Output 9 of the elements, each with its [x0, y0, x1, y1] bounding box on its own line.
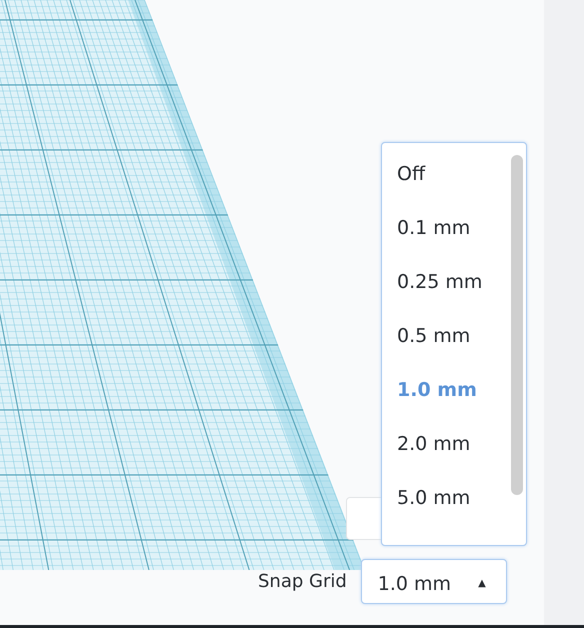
snap-grid-label: Snap Grid	[258, 571, 347, 592]
dropdown-option[interactable]: 0.5 mm	[382, 325, 470, 349]
scrollbar-thumb[interactable]	[511, 155, 523, 495]
dropdown-option[interactable]: 0.1 mm	[382, 217, 470, 241]
snap-grid-select[interactable]: 1.0 mm ▲	[360, 559, 507, 604]
dropdown-option[interactable]: Off	[382, 163, 426, 187]
dropdown-option[interactable]: 2.0 mm	[382, 433, 470, 457]
dropdown-option[interactable]: 5.0 mm	[382, 487, 470, 511]
dropdown-option[interactable]: 0.25 mm	[382, 271, 482, 295]
